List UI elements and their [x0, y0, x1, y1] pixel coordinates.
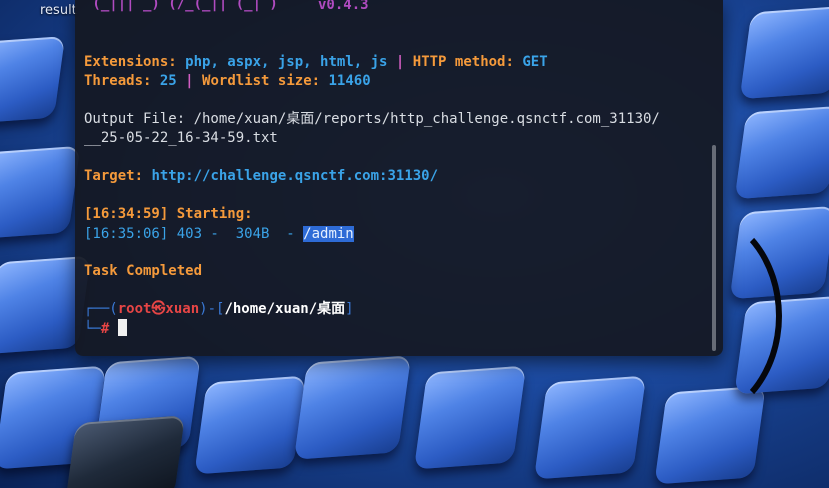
wallpaper-key — [739, 5, 829, 100]
threads-line: Threads: 25 | Wordlist size: 11460 — [84, 73, 371, 89]
task-completed-line: Task Completed — [84, 263, 203, 279]
extensions-line: Extensions: php, aspx, jsp, html, js | H… — [84, 54, 548, 70]
wallpaper-key — [413, 365, 527, 470]
text-cursor — [117, 319, 127, 336]
terminal-scrollbar[interactable] — [712, 145, 716, 351]
wallpaper-key — [0, 145, 81, 240]
shell-prompt-line1: ┌──(root㉿xuan)-[/home/xuan/桌面] — [84, 301, 354, 317]
wallpaper-key — [64, 415, 186, 488]
result-path-highlight[interactable]: /admin — [303, 226, 354, 242]
scan-result-row: [16:35:06] 403 - 304B - /admin — [84, 226, 354, 242]
wallpaper-key — [533, 375, 647, 480]
wallpaper-key — [194, 375, 306, 475]
wallpaper-key — [0, 35, 66, 125]
starting-line: [16:34:59] Starting: — [84, 206, 253, 222]
wallpaper-key — [734, 105, 829, 200]
banner-line: (_||| _) (/_(_|| (_| ) — [84, 0, 278, 12]
version-label: v0.4.3 — [318, 0, 369, 13]
target-line: Target: http://challenge.qsnctf.com:3113… — [84, 168, 439, 184]
output-file-line: Output File: /home/xuan/桌面/reports/http_… — [84, 111, 660, 127]
desktop-icon-label[interactable]: result — [40, 3, 77, 18]
wallpaper-key — [293, 355, 412, 460]
shell-prompt-line2[interactable]: └─# — [84, 319, 127, 339]
output-file-line-cont: __25-05-22_16-34-59.txt — [84, 130, 278, 146]
